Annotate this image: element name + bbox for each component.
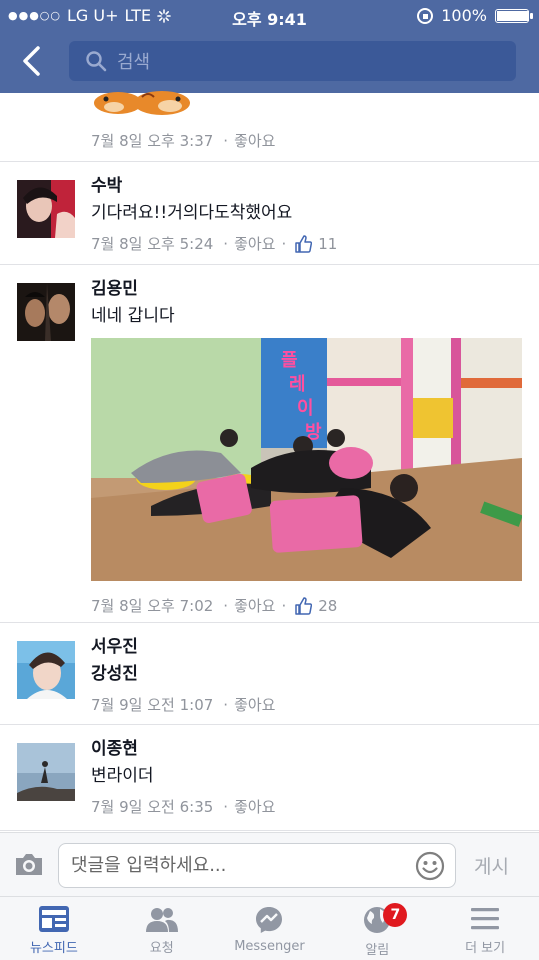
sticker-button[interactable] <box>415 851 445 885</box>
like-link[interactable]: 좋아요 <box>234 130 275 151</box>
comment-text: 변라이더 <box>91 766 154 786</box>
separator-dot: · <box>223 596 229 615</box>
avatar[interactable] <box>17 743 75 801</box>
avatar[interactable] <box>17 180 75 238</box>
commenter-name[interactable]: 김용민 <box>91 278 523 300</box>
sticker-image <box>94 91 190 115</box>
separator-dot: · <box>281 596 287 615</box>
search-bar[interactable]: 검색 <box>69 41 516 81</box>
comment-time: 7월 8일 오후 3:37 <box>91 132 214 150</box>
svg-text:플: 플 <box>281 350 298 371</box>
comment-time: 7월 8일 오후 5:24 <box>91 235 214 253</box>
battery-icon <box>495 8 533 23</box>
battery-fill <box>497 10 529 21</box>
comment-meta: 7월 8일 오후 3:37 · 좋아요 <box>91 130 275 151</box>
avatar[interactable] <box>17 283 75 341</box>
status-bar: ●●●○○ LG U+ LTE 오후 9:41 100% <box>0 0 539 32</box>
tab-more[interactable]: 더 보기 <box>431 897 539 960</box>
comment-text: 네네 갑니다 <box>91 306 175 326</box>
commenter-name[interactable]: 서우진 <box>91 636 523 658</box>
like-link[interactable]: 좋아요 <box>234 595 275 616</box>
tab-label: 요청 <box>149 941 174 956</box>
comment-feed: 7월 8일 오후 3:37 · 좋아요 수박 기다려요!!거의다도착했어요 7월… <box>0 91 539 831</box>
search-icon <box>86 51 107 72</box>
tab-label: 뉴스피드 <box>29 941 78 956</box>
comment-item: 이종현 변라이더 7월 9일 오전 6:35 · 좋아요 <box>0 725 539 831</box>
battery-percent: 100% <box>441 6 487 25</box>
tab-messenger[interactable]: Messenger <box>216 897 324 960</box>
comment-meta: 7월 8일 오후 5:24 · 좋아요 · 11 <box>91 233 523 254</box>
separator-dot: · <box>223 131 229 150</box>
like-link[interactable]: 좋아요 <box>234 694 275 715</box>
thumbs-up-icon <box>295 234 313 253</box>
comment-meta: 7월 9일 오전 1:07 · 좋아요 <box>91 694 523 715</box>
smiley-icon <box>415 851 445 881</box>
like-count-number: 28 <box>318 596 338 615</box>
camera-button[interactable] <box>14 851 44 881</box>
thumbs-up-icon <box>295 596 313 615</box>
separator-dot: · <box>223 797 229 816</box>
comment-meta: 7월 8일 오후 7:02 · 좋아요 · 28 <box>91 595 523 616</box>
comment-text: 기다려요!!거의다도착했어요 <box>91 203 293 223</box>
comment-item: 7월 8일 오후 3:37 · 좋아요 <box>0 91 539 162</box>
menu-icon <box>471 908 500 930</box>
top-bar: ●●●○○ LG U+ LTE 오후 9:41 100% 검색 <box>0 0 539 93</box>
avatar[interactable] <box>17 641 75 699</box>
post-button[interactable]: 게시 <box>474 852 509 879</box>
comment-item: 수박 기다려요!!거의다도착했어요 7월 8일 오후 5:24 · 좋아요 · … <box>0 162 539 265</box>
messenger-icon <box>256 907 283 933</box>
comment-time: 7월 9일 오전 6:35 <box>91 798 214 816</box>
like-link[interactable]: 좋아요 <box>234 796 275 817</box>
notification-badge: 7 <box>383 903 408 927</box>
tab-label: 알림 <box>365 943 390 958</box>
comment-input-box[interactable] <box>58 843 456 888</box>
tab-label: Messenger <box>234 939 305 954</box>
tab-bar: 뉴스피드 요청 Messenger 7 알림 더 보기 <box>0 896 539 960</box>
search-placeholder: 검색 <box>117 52 151 73</box>
separator-dot: · <box>223 234 229 253</box>
camera-icon <box>16 854 42 875</box>
commenter-name[interactable]: 이종현 <box>91 738 523 760</box>
svg-text:이: 이 <box>297 398 314 419</box>
tab-label: 더 보기 <box>465 941 506 956</box>
newsfeed-icon <box>38 906 69 932</box>
chevron-left-icon <box>23 46 40 76</box>
back-button[interactable] <box>16 44 50 78</box>
rotation-lock-icon <box>417 7 434 24</box>
friends-icon <box>145 908 178 932</box>
comment-meta: 7월 9일 오전 6:35 · 좋아요 <box>91 796 523 817</box>
separator-dot: · <box>223 695 229 714</box>
comment-time: 7월 8일 오후 7:02 <box>91 597 214 615</box>
comment-composer: 게시 <box>0 832 539 896</box>
comment-item: 서우진 강성진 7월 9일 오전 1:07 · 좋아요 <box>0 623 539 725</box>
like-count[interactable]: 11 <box>294 235 337 253</box>
tab-newsfeed[interactable]: 뉴스피드 <box>0 897 108 960</box>
comment-photo[interactable]: 플 레 이 방 <box>91 338 522 581</box>
comment-input[interactable] <box>71 844 411 887</box>
like-count-number: 11 <box>318 234 338 253</box>
tab-notifications[interactable]: 7 알림 <box>323 897 431 960</box>
commenter-name[interactable]: 수박 <box>91 175 523 197</box>
svg-text:레: 레 <box>289 374 306 395</box>
comment-item: 김용민 네네 갑니다 플 레 이 방 7월 8일 오후 7:02 · 좋아요 ·… <box>0 265 539 623</box>
separator-dot: · <box>281 234 287 253</box>
like-link[interactable]: 좋아요 <box>234 233 275 254</box>
comment-time: 7월 9일 오전 1:07 <box>91 696 214 714</box>
like-count[interactable]: 28 <box>294 597 337 615</box>
tab-requests[interactable]: 요청 <box>108 897 216 960</box>
comment-text[interactable]: 강성진 <box>91 662 523 686</box>
